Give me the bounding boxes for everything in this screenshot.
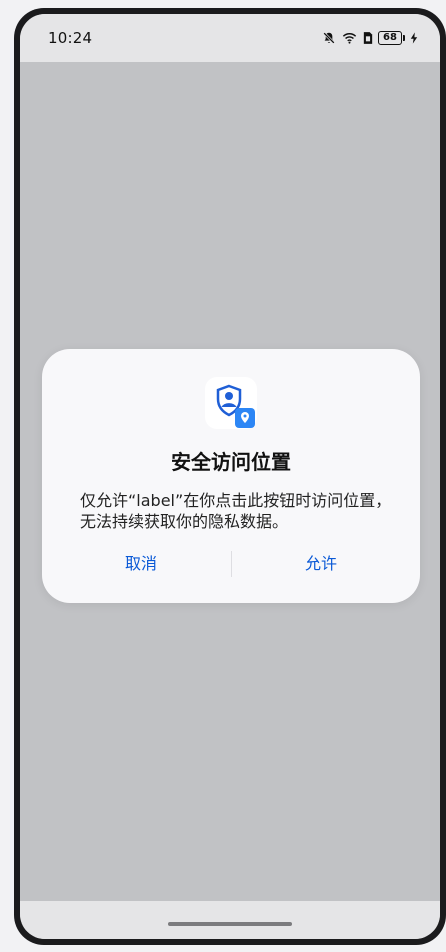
action-divider	[231, 551, 232, 577]
dialog-message: 仅允许“label”在你点击此按钮时访问位置，无法持续获取你的隐私数据。	[80, 491, 392, 531]
bell-muted-icon	[323, 32, 335, 44]
navigation-bar	[20, 901, 440, 939]
phone-frame: 10:24 68 安全访问位置 仅允许“label”在你点击此按钮时访问位置，无…	[14, 8, 446, 945]
battery-level: 68	[378, 31, 402, 45]
status-time: 10:24	[48, 29, 93, 47]
home-indicator[interactable]	[168, 922, 292, 926]
battery-icon: 68	[378, 31, 405, 45]
charging-icon	[410, 32, 418, 44]
sim-icon	[363, 32, 373, 44]
dialog-actions: 取消 允许	[42, 549, 420, 579]
status-icons: 68	[322, 31, 418, 45]
screen: 10:24 68 安全访问位置 仅允许“label”在你点击此按钮时访问位置，无…	[20, 14, 440, 939]
wifi-icon	[342, 33, 357, 44]
battery-tip	[403, 35, 405, 41]
permission-dialog: 安全访问位置 仅允许“label”在你点击此按钮时访问位置，无法持续获取你的隐私…	[42, 349, 420, 603]
status-bar: 10:24 68	[20, 14, 440, 62]
shield-location-icon	[205, 377, 257, 429]
cancel-button[interactable]: 取消	[66, 549, 216, 579]
allow-button[interactable]: 允许	[246, 549, 396, 579]
dialog-title: 安全访问位置	[171, 450, 291, 474]
